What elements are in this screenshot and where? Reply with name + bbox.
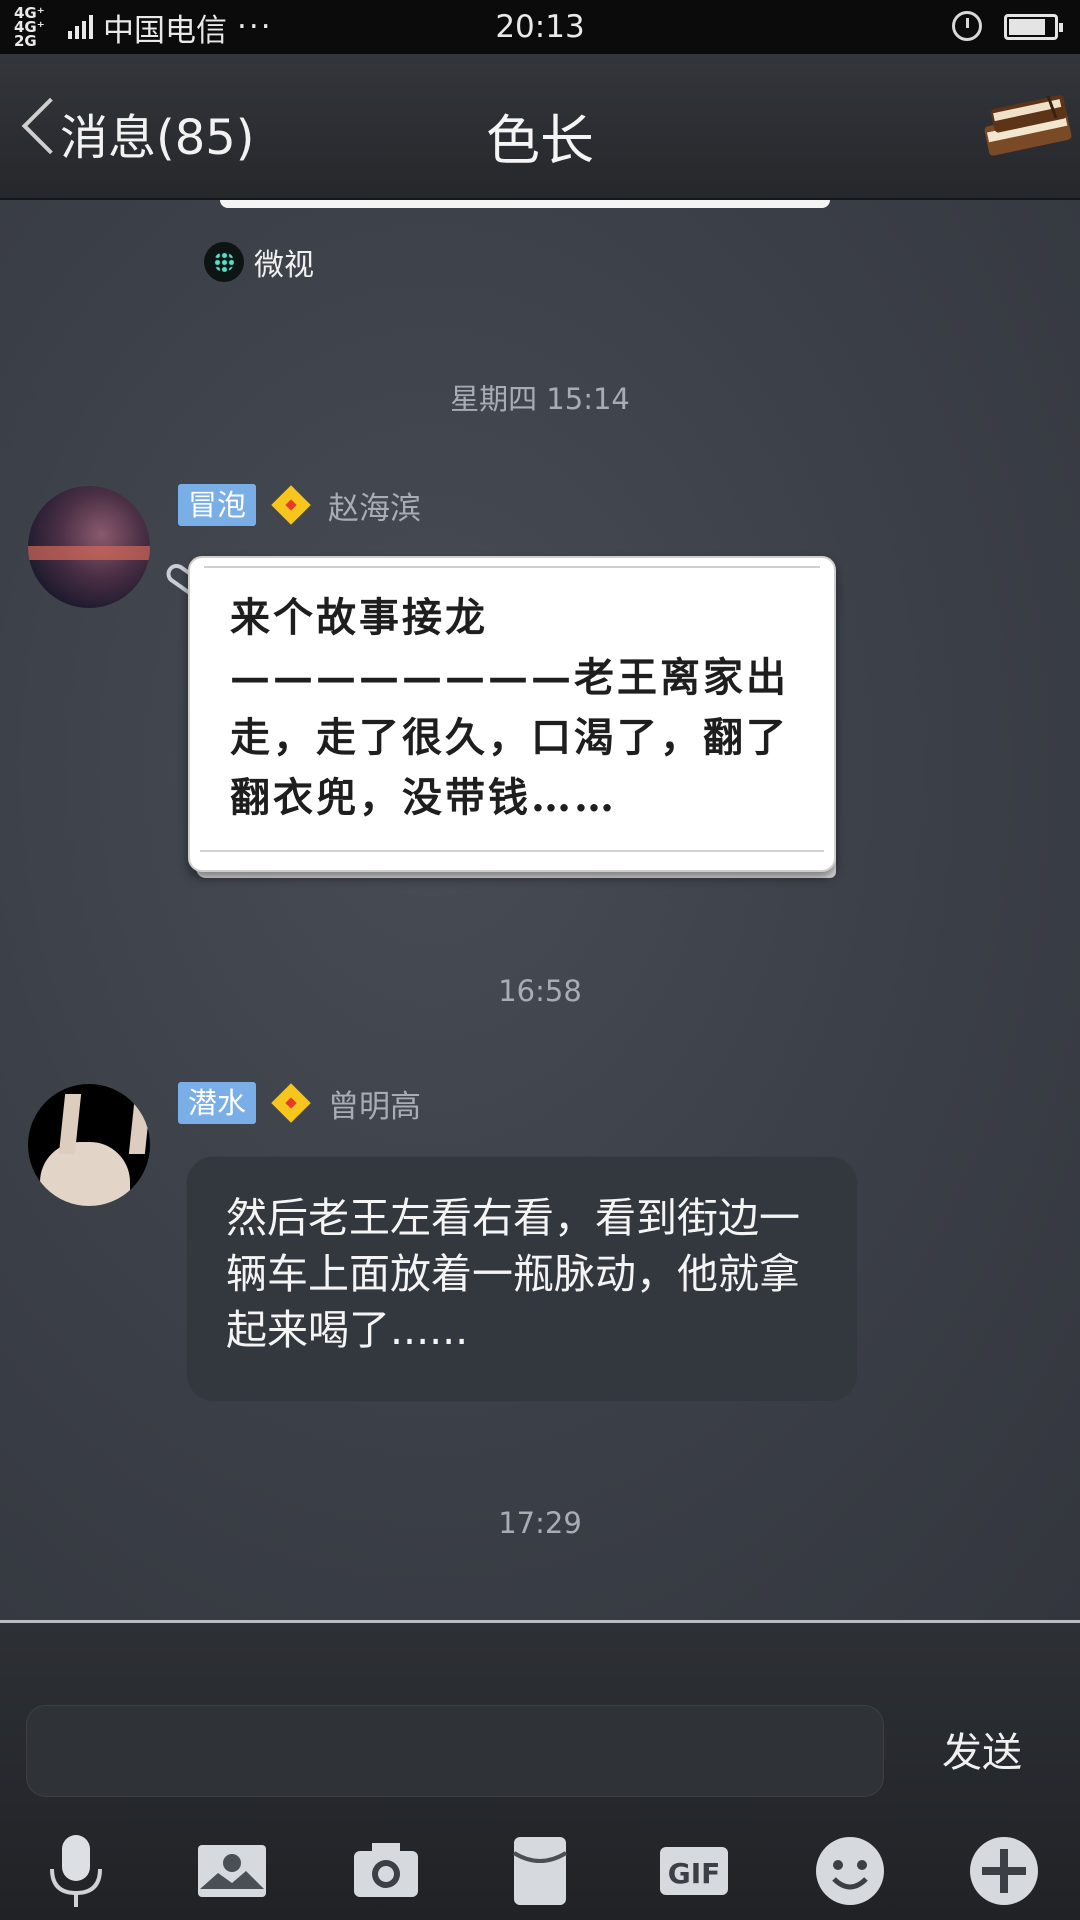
sender-row: 冒泡 赵海滨 xyxy=(178,482,421,528)
toolbar: GIF xyxy=(0,1833,1080,1913)
svg-text:GIF: GIF xyxy=(668,1857,721,1890)
book-icon[interactable] xyxy=(978,88,1078,162)
previous-message-edge xyxy=(220,200,830,208)
message-bubble[interactable]: 来个故事接龙————————老王离家出走，走了很久，口渴了，翻了翻衣兜，没带钱…… xyxy=(188,556,836,872)
level-badge: 冒泡 xyxy=(178,484,257,526)
shared-app-tag[interactable]: 微视 xyxy=(204,240,314,284)
red-packet-icon[interactable] xyxy=(502,1833,578,1909)
page-title: 色长 xyxy=(486,109,594,172)
timestamp: 16:58 xyxy=(498,974,582,1008)
status-time: 20:13 xyxy=(495,9,585,45)
sender-name[interactable]: 曾明高 xyxy=(328,1081,421,1126)
chat-messages[interactable]: 微视 星期四 15:14 冒泡 赵海滨 来个故事接龙————————老王离家出走… xyxy=(0,200,1080,1620)
photo-icon[interactable] xyxy=(194,1833,270,1909)
send-button[interactable]: 发送 xyxy=(922,1717,1042,1781)
level-badge: 潜水 xyxy=(178,1082,257,1124)
gif-icon[interactable]: GIF xyxy=(656,1833,732,1909)
sender-row: 潜水 曾明高 xyxy=(178,1080,421,1126)
avatar[interactable] xyxy=(28,486,150,608)
shared-app-label: 微视 xyxy=(254,248,314,283)
chat-header: 消息(85) 色长 xyxy=(0,54,1080,200)
camera-icon[interactable] xyxy=(348,1833,424,1909)
sender-name[interactable]: 赵海滨 xyxy=(328,483,421,528)
message-text: 来个故事接龙————————老王离家出走，走了很久，口渴了，翻了翻衣兜，没带钱…… xyxy=(230,594,789,821)
diamond-icon xyxy=(268,1080,314,1126)
avatar[interactable] xyxy=(28,1084,150,1206)
battery-icon xyxy=(1004,14,1063,40)
status-bar: 4G⁺ 4G⁺ 2G 中国电信 ··· 20:13 xyxy=(0,0,1080,54)
plus-icon[interactable] xyxy=(966,1833,1042,1909)
message-text: 然后老王左看右看，看到街边一辆车上面放着一瓶脉动，他就拿起来喝了...... xyxy=(226,1194,800,1354)
timestamp: 17:29 xyxy=(498,1506,582,1540)
message-bubble[interactable]: 然后老王左看右看，看到街边一辆车上面放着一瓶脉动，他就拿起来喝了...... xyxy=(186,1156,858,1402)
timestamp: 星期四 15:14 xyxy=(450,382,630,416)
input-area: 发送 GIF xyxy=(0,1620,1080,1920)
diamond-icon xyxy=(268,482,314,528)
microphone-icon[interactable] xyxy=(38,1833,114,1909)
emoji-icon[interactable] xyxy=(812,1833,888,1909)
weishi-icon xyxy=(204,242,244,282)
alarm-icon xyxy=(952,11,982,41)
message-input[interactable] xyxy=(26,1705,884,1797)
